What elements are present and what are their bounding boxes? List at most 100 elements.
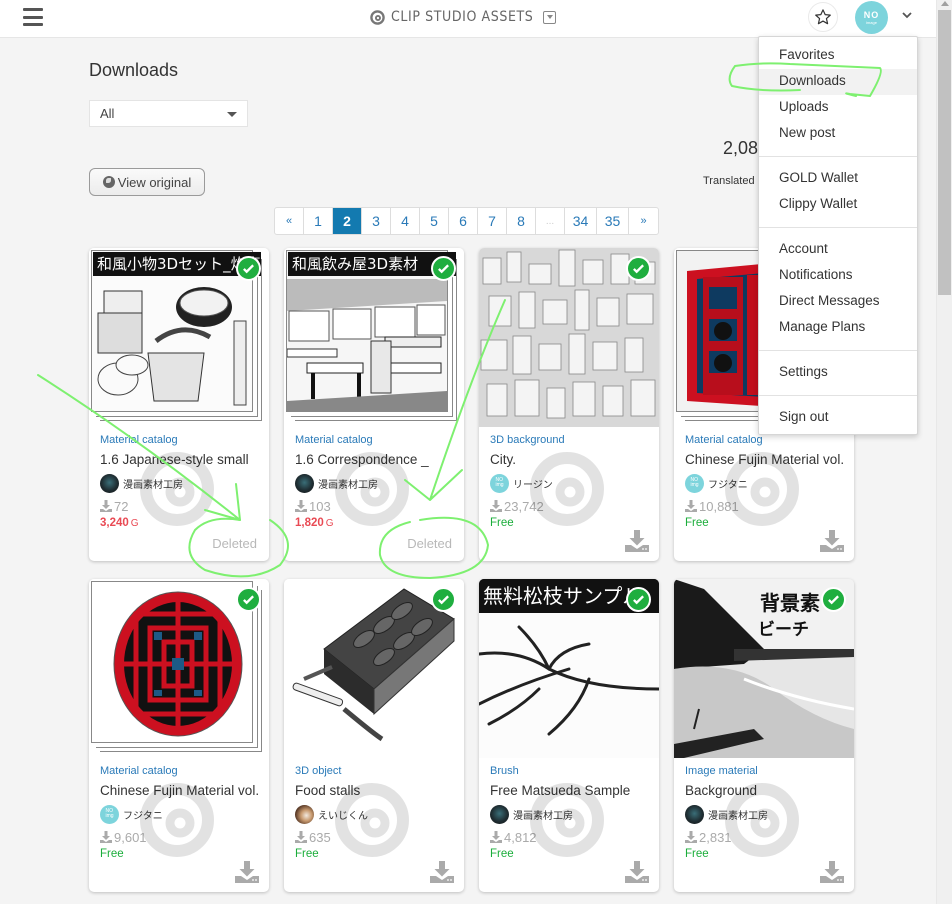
page-link[interactable]: 4: [391, 208, 420, 234]
author-avatar[interactable]: [295, 473, 314, 493]
favorites-button[interactable]: [808, 2, 838, 32]
asset-card[interactable]: 3D object Food stalls えいじくん 635 Free: [284, 579, 464, 892]
download-button-icon[interactable]: [625, 861, 649, 883]
asset-card[interactable]: 和風飲み屋3D素材 Material catalog 1.6 Correspon…: [284, 248, 464, 561]
asset-card[interactable]: 背景素 ビーチ Image material Background 漫画素材工房…: [674, 579, 854, 892]
menu-item-uploads[interactable]: Uploads: [759, 95, 917, 121]
download-count: 635: [309, 829, 331, 845]
menu-item-gold-wallet[interactable]: GOLD Wallet: [759, 166, 917, 192]
hamburger-menu-icon[interactable]: [23, 8, 43, 26]
menu-item-direct-messages[interactable]: Direct Messages: [759, 289, 917, 315]
page-link[interactable]: 6: [449, 208, 478, 234]
thumbnail-image: [91, 581, 253, 743]
asset-thumbnail[interactable]: 和風飲み屋3D素材: [284, 248, 464, 427]
avatar-subtext: image: [866, 19, 877, 25]
menu-item-clippy-wallet[interactable]: Clippy Wallet: [759, 192, 917, 218]
asset-category[interactable]: Material catalog: [295, 432, 453, 448]
download-count-icon: [490, 500, 502, 512]
owned-check-icon: [821, 587, 846, 612]
asset-category[interactable]: Material catalog: [100, 763, 258, 779]
filter-select[interactable]: All: [89, 100, 248, 127]
user-dropdown-menu: Favorites Downloads Uploads New post GOL…: [758, 36, 918, 435]
watermark-logo-icon: [335, 783, 409, 857]
asset-card[interactable]: 無料松枝サンプル Brush Free Matsueda Sample 漫画素材…: [479, 579, 659, 892]
asset-category[interactable]: 3D background: [490, 432, 648, 448]
asset-category[interactable]: Image material: [685, 763, 843, 779]
owned-check-icon: [236, 256, 261, 281]
service-menu-icon[interactable]: [543, 10, 557, 24]
watermark-logo-icon: [530, 452, 604, 526]
download-button-icon[interactable]: [625, 530, 649, 552]
star-icon: [815, 9, 831, 25]
page-link[interactable]: 35: [597, 208, 629, 234]
page-link[interactable]: 34: [565, 208, 597, 234]
asset-category[interactable]: 3D object: [295, 763, 453, 779]
author-avatar[interactable]: [295, 804, 314, 824]
author-avatar[interactable]: NO img: [100, 804, 119, 824]
menu-item-settings[interactable]: Settings: [759, 360, 917, 386]
author-avatar[interactable]: NO img: [490, 473, 509, 493]
download-button-icon[interactable]: [820, 861, 844, 883]
watermark-logo-icon: [335, 452, 409, 526]
menu-divider: [759, 227, 917, 228]
download-count-icon: [100, 500, 112, 512]
owned-check-icon: [626, 256, 651, 281]
user-avatar[interactable]: NO image: [855, 1, 888, 34]
chevron-down-icon[interactable]: [900, 8, 914, 22]
page-link[interactable]: 7: [478, 208, 507, 234]
download-button-icon[interactable]: [820, 530, 844, 552]
scrollbar-thumb[interactable]: [938, 10, 951, 295]
page-next[interactable]: »: [629, 208, 658, 234]
menu-item-sign-out[interactable]: Sign out: [759, 405, 917, 431]
page-link[interactable]: 5: [420, 208, 449, 234]
pagination: « 1 2 3 4 5 6 7 8 ... 34 35 »: [274, 207, 659, 235]
menu-item-new-post[interactable]: New post: [759, 121, 917, 147]
download-count-icon: [100, 831, 112, 843]
download-count-icon: [295, 500, 307, 512]
brand-logo-link[interactable]: CLIP STUDIO ASSETS: [370, 6, 557, 28]
page-link-current[interactable]: 2: [333, 208, 362, 234]
asset-card[interactable]: 3D background City. NO img リージン 23,742 Fre…: [479, 248, 659, 561]
author-avatar[interactable]: [490, 804, 509, 824]
author-avatar[interactable]: [100, 473, 119, 493]
scroll-up-arrow-icon[interactable]: [941, 1, 949, 6]
page-link[interactable]: 3: [362, 208, 391, 234]
menu-item-favorites[interactable]: Favorites: [759, 43, 917, 69]
clip-studio-logo-icon: [370, 9, 385, 25]
asset-thumbnail[interactable]: [284, 579, 464, 758]
owned-check-icon: [431, 587, 456, 612]
asset-thumbnail[interactable]: 無料松枝サンプル: [479, 579, 659, 758]
page-link[interactable]: 1: [304, 208, 333, 234]
asset-grid: 和風小物3Dセット_炊事 Material catalog 1.6 Japane…: [89, 248, 869, 892]
translated-note: Translated l: [703, 175, 761, 187]
owned-check-icon: [431, 256, 456, 281]
page-scrollbar[interactable]: [936, 0, 952, 904]
author-avatar[interactable]: [685, 804, 704, 824]
download-button-icon[interactable]: [235, 861, 259, 883]
author-avatar[interactable]: NO img: [685, 473, 704, 493]
menu-item-notifications[interactable]: Notifications: [759, 263, 917, 289]
deleted-status: Deleted: [212, 536, 257, 551]
view-original-label: View original: [117, 174, 192, 190]
watermark-logo-icon: [140, 783, 214, 857]
asset-thumbnail[interactable]: 背景素 ビーチ: [674, 579, 854, 758]
asset-thumbnail[interactable]: 和風小物3Dセット_炊事: [89, 248, 269, 427]
menu-item-downloads[interactable]: Downloads: [759, 69, 917, 95]
menu-item-account[interactable]: Account: [759, 237, 917, 263]
watermark-logo-icon: [140, 452, 214, 526]
asset-card[interactable]: Material catalog Chinese Fujin Material …: [89, 579, 269, 892]
thumbnail-banner: 背景素: [760, 591, 820, 615]
watermark-logo-icon: [530, 783, 604, 857]
owned-check-icon: [626, 587, 651, 612]
menu-item-manage-plans[interactable]: Manage Plans: [759, 315, 917, 341]
page-link[interactable]: 8: [507, 208, 536, 234]
page-prev[interactable]: «: [275, 208, 304, 234]
download-button-icon[interactable]: [430, 861, 454, 883]
view-original-button[interactable]: View original: [89, 168, 205, 196]
download-count: 72: [114, 498, 129, 514]
asset-thumbnail[interactable]: [479, 248, 659, 427]
asset-category[interactable]: Brush: [490, 763, 648, 779]
asset-card[interactable]: 和風小物3Dセット_炊事 Material catalog 1.6 Japane…: [89, 248, 269, 561]
asset-category[interactable]: Material catalog: [100, 432, 258, 448]
asset-thumbnail[interactable]: [89, 579, 269, 758]
